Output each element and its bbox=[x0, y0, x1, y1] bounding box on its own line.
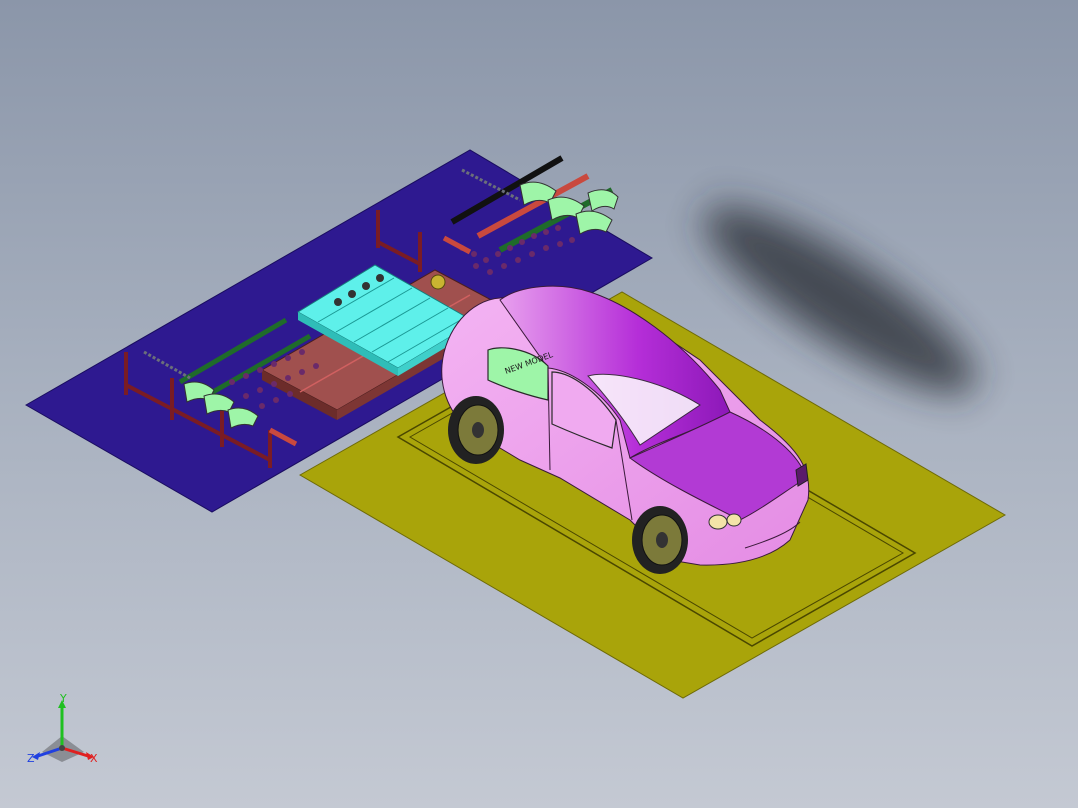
triad-origin bbox=[59, 745, 65, 751]
headlight-right bbox=[726, 513, 742, 527]
wheel-rear bbox=[448, 396, 504, 464]
axis-triad[interactable]: Y X Z bbox=[22, 692, 112, 772]
z-axis-label: Z bbox=[27, 752, 35, 765]
cad-viewport[interactable]: NEW MODEL Y X Z bbox=[0, 0, 1078, 808]
wheel-front bbox=[632, 506, 688, 574]
y-axis-label: Y bbox=[59, 692, 67, 705]
headlight-left bbox=[708, 514, 728, 530]
model-view[interactable]: NEW MODEL bbox=[0, 0, 1078, 808]
x-axis-label: X bbox=[90, 752, 98, 765]
motor bbox=[430, 274, 446, 290]
